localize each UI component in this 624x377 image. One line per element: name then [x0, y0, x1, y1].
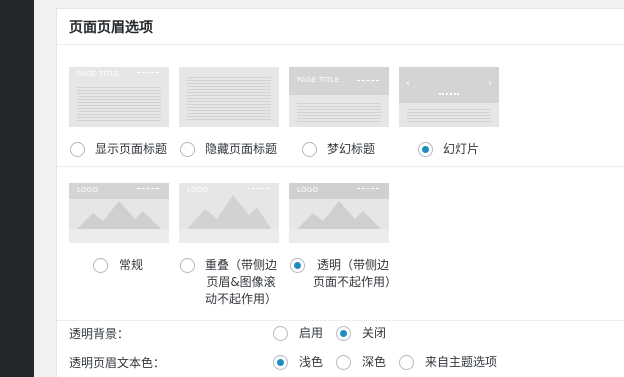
- thumbnail-default[interactable]: LOGO: [69, 183, 169, 243]
- radio-default[interactable]: [93, 258, 108, 273]
- slider-dots-icon: [439, 93, 459, 95]
- style-option-overlap[interactable]: LOGO: [179, 183, 279, 243]
- thumb-mountain-image: [297, 201, 381, 229]
- radio-bg-enable[interactable]: [273, 326, 288, 341]
- slider-prev-icon: ‹: [406, 78, 410, 89]
- radio-text-light[interactable]: [273, 355, 288, 370]
- thumbnail-overlap[interactable]: LOGO: [179, 183, 279, 243]
- layout-option-show-title[interactable]: PAGE TITLE: [69, 67, 169, 127]
- thumb-page-title-text: PAGE TITLE: [77, 70, 120, 78]
- thumb-page-title-text: PAGE TITLE: [297, 76, 340, 84]
- radio-show-title[interactable]: [70, 142, 85, 157]
- thumb-menu-dashes: [247, 188, 269, 190]
- thumb-logo-text: LOGO: [77, 186, 99, 194]
- layout-option-fancy-title[interactable]: PAGE TITLE: [289, 67, 389, 127]
- thumbnail-hide-title[interactable]: [179, 67, 279, 127]
- thumb-menu-dashes: [137, 188, 159, 190]
- thumb-menu-dashes: [357, 80, 379, 82]
- style-option-transparent[interactable]: LOGO: [289, 183, 389, 243]
- radio-slider[interactable]: [418, 142, 433, 157]
- thumb-footer-lines: [179, 229, 279, 243]
- admin-sidebar: [0, 0, 34, 377]
- thumb-content-lines: [407, 107, 491, 123]
- thumb-footer-lines: [69, 229, 169, 243]
- header-layout-row: PAGE TITLE PAGE TITLE ‹ › 显示页面标题 隐藏页面标题 …: [57, 67, 624, 167]
- content-gutter: [34, 0, 56, 377]
- thumbnail-show-title[interactable]: PAGE TITLE: [69, 67, 169, 127]
- label-text-dark: 深色: [362, 355, 387, 369]
- label-transparent: 透明（带侧边页面不起作用）: [313, 258, 398, 289]
- label-fancy-title: 梦幻标题: [327, 142, 376, 156]
- radio-bg-disable[interactable]: [336, 326, 351, 341]
- radio-text-dark[interactable]: [336, 355, 351, 370]
- thumb-content-lines: [187, 75, 271, 121]
- thumb-slider-area: [399, 67, 499, 103]
- radio-text-from-theme[interactable]: [399, 355, 414, 370]
- label-text-from-theme: 来自主题选项: [425, 355, 498, 369]
- transparent-text-color-label: 透明页眉文本色：: [69, 356, 166, 370]
- thumb-footer-lines: [289, 229, 389, 243]
- slider-next-icon: ›: [488, 78, 492, 89]
- label-bg-enable: 启用: [299, 326, 324, 340]
- label-overlap: 重叠（带侧边页眉&图像滚动不起作用）: [204, 258, 277, 306]
- thumbnail-transparent[interactable]: LOGO: [289, 183, 389, 243]
- radio-fancy-title[interactable]: [302, 142, 317, 157]
- label-hide-title: 隐藏页面标题: [205, 142, 278, 156]
- thumb-content-lines: [297, 101, 381, 123]
- label-show-title: 显示页面标题: [95, 142, 168, 156]
- thumb-menu-dashes: [137, 72, 159, 74]
- label-slider: 幻灯片: [443, 142, 480, 156]
- page-header-options-panel: 页面页眉选项 PAGE TITLE PAGE TITLE ‹ › 显示页面标题 …: [56, 8, 624, 377]
- label-text-light: 浅色: [299, 355, 324, 369]
- thumbnail-slider[interactable]: ‹ ›: [399, 67, 499, 127]
- radio-hide-title[interactable]: [180, 142, 195, 157]
- thumb-menu-dashes: [357, 188, 379, 190]
- label-default: 常规: [119, 258, 144, 272]
- thumbnail-fancy-title[interactable]: PAGE TITLE: [289, 67, 389, 127]
- label-bg-disable: 关闭: [362, 326, 387, 340]
- panel-title: 页面页眉选项: [69, 20, 153, 36]
- thumb-content-lines: [77, 85, 161, 121]
- layout-option-hide-title[interactable]: [179, 67, 279, 127]
- thumb-logo-text: LOGO: [297, 186, 319, 194]
- header-style-row: LOGO LOGO LOGO 常规 重叠（带侧边页眉&图像滚动不起作用） 透明（…: [57, 183, 624, 321]
- panel-header: 页面页眉选项: [57, 9, 624, 45]
- layout-option-slider[interactable]: ‹ ›: [399, 67, 499, 127]
- thumb-mountain-image: [77, 201, 161, 229]
- transparent-bg-label: 透明背景：: [69, 327, 130, 341]
- style-option-default[interactable]: LOGO: [69, 183, 169, 243]
- thumb-mountain-image: [187, 195, 271, 229]
